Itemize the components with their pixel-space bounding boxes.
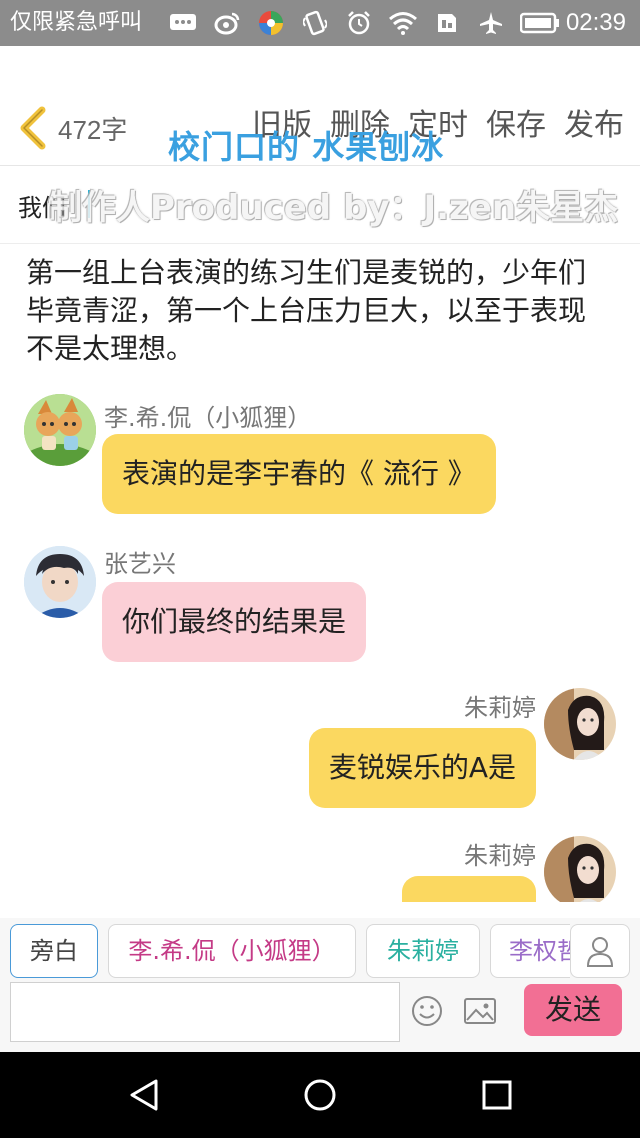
message-bubble[interactable]: 你们最终的结果是 <box>102 582 367 662</box>
wifi-icon <box>388 8 418 38</box>
message-input[interactable] <box>10 982 400 1042</box>
watermark-title: 校门口的 水果刨冰 <box>168 128 445 166</box>
role-chip-zhu-liting[interactable]: 朱莉婷 <box>366 924 480 978</box>
sim-icon <box>432 8 462 38</box>
save-button[interactable]: 保存 <box>486 106 546 146</box>
role-manage-button[interactable] <box>570 924 630 978</box>
message-bubble[interactable]: 麦锐娱乐的A是 <box>308 728 536 808</box>
message-sender-name: 张艺兴 <box>104 550 176 578</box>
vibrate-icon <box>300 8 330 38</box>
chat-content[interactable]: 第一组上台表演的练习生们是麦锐的，少年们毕竟青涩，第一个上台压力巨大，以至于表现… <box>0 244 640 902</box>
airplane-icon <box>476 8 506 38</box>
chevron-left-icon <box>20 106 46 150</box>
nav-back-button[interactable] <box>128 1078 162 1112</box>
role-selector: 旁白 李.希.侃（小狐狸） 朱莉婷 李权哲 <box>0 918 640 982</box>
role-chip-label: 旁白 <box>30 937 78 965</box>
message-input-bar: 发送 <box>0 982 640 1052</box>
person-icon <box>586 937 614 967</box>
weibo-icon <box>212 8 242 38</box>
triangle-back-icon <box>130 1079 158 1111</box>
battery-icon <box>520 8 560 38</box>
avatar-zhang-yixing[interactable] <box>24 546 96 618</box>
role-chip-label: 李权哲 <box>509 937 570 965</box>
system-nav-bar <box>0 1052 640 1138</box>
emoji-button[interactable] <box>410 994 444 1028</box>
watermark-producer: 制作人Produced by：J.zen朱星杰 <box>48 188 619 228</box>
avatar-fox[interactable] <box>24 394 96 466</box>
avatar-zhu-liting[interactable] <box>544 836 616 902</box>
clock: 02:39 <box>565 9 626 36</box>
message-sender-name: 朱莉婷 <box>464 694 536 722</box>
alarm-icon <box>344 8 374 38</box>
word-count: 472字 <box>58 115 128 145</box>
message-bubble[interactable] <box>402 876 536 902</box>
carrier-label: 仅限紧急呼叫 <box>10 10 143 35</box>
role-chip-li-quanzhe[interactable]: 李权哲 <box>490 924 570 978</box>
send-button[interactable]: 发送 <box>524 984 622 1036</box>
message-sender-name: 朱莉婷 <box>464 842 536 870</box>
browser-icon <box>256 8 286 38</box>
message-bubble[interactable]: 表演的是李宇春的《 流行 》 <box>102 434 496 514</box>
role-chip-li-xikan[interactable]: 李.希.侃（小狐狸） <box>108 924 356 978</box>
message-sender-name: 李.希.侃（小狐狸） <box>104 404 312 432</box>
message-icon <box>168 8 198 38</box>
avatar-zhu-liting[interactable] <box>544 688 616 760</box>
story-title-row[interactable]: 我们 制作人Produced by：J.zen朱星杰 <box>0 166 640 244</box>
square-recents-icon <box>482 1080 512 1110</box>
smiley-icon <box>412 996 442 1026</box>
role-chip-label: 李.希.侃（小狐狸） <box>128 937 336 965</box>
status-icons <box>168 7 560 39</box>
editor-toolbar: 472字 旧版 删除 定时 保存 发布 校门口的 水果刨冰 <box>0 46 640 166</box>
role-chip-label: 朱莉婷 <box>387 937 459 965</box>
nav-home-button[interactable] <box>303 1078 337 1112</box>
nav-recents-button[interactable] <box>482 1080 512 1110</box>
narration-text: 第一组上台表演的练习生们是麦锐的，少年们毕竟青涩，第一个上台压力巨大，以至于表现… <box>26 256 587 365</box>
role-chip-narrator[interactable]: 旁白 <box>10 924 98 978</box>
back-button[interactable] <box>14 106 54 150</box>
image-button[interactable] <box>462 994 498 1028</box>
image-icon <box>464 998 496 1024</box>
circle-home-icon <box>304 1079 336 1111</box>
status-bar: 仅限紧急呼叫 02:39 <box>0 0 640 46</box>
publish-button[interactable]: 发布 <box>564 106 624 146</box>
